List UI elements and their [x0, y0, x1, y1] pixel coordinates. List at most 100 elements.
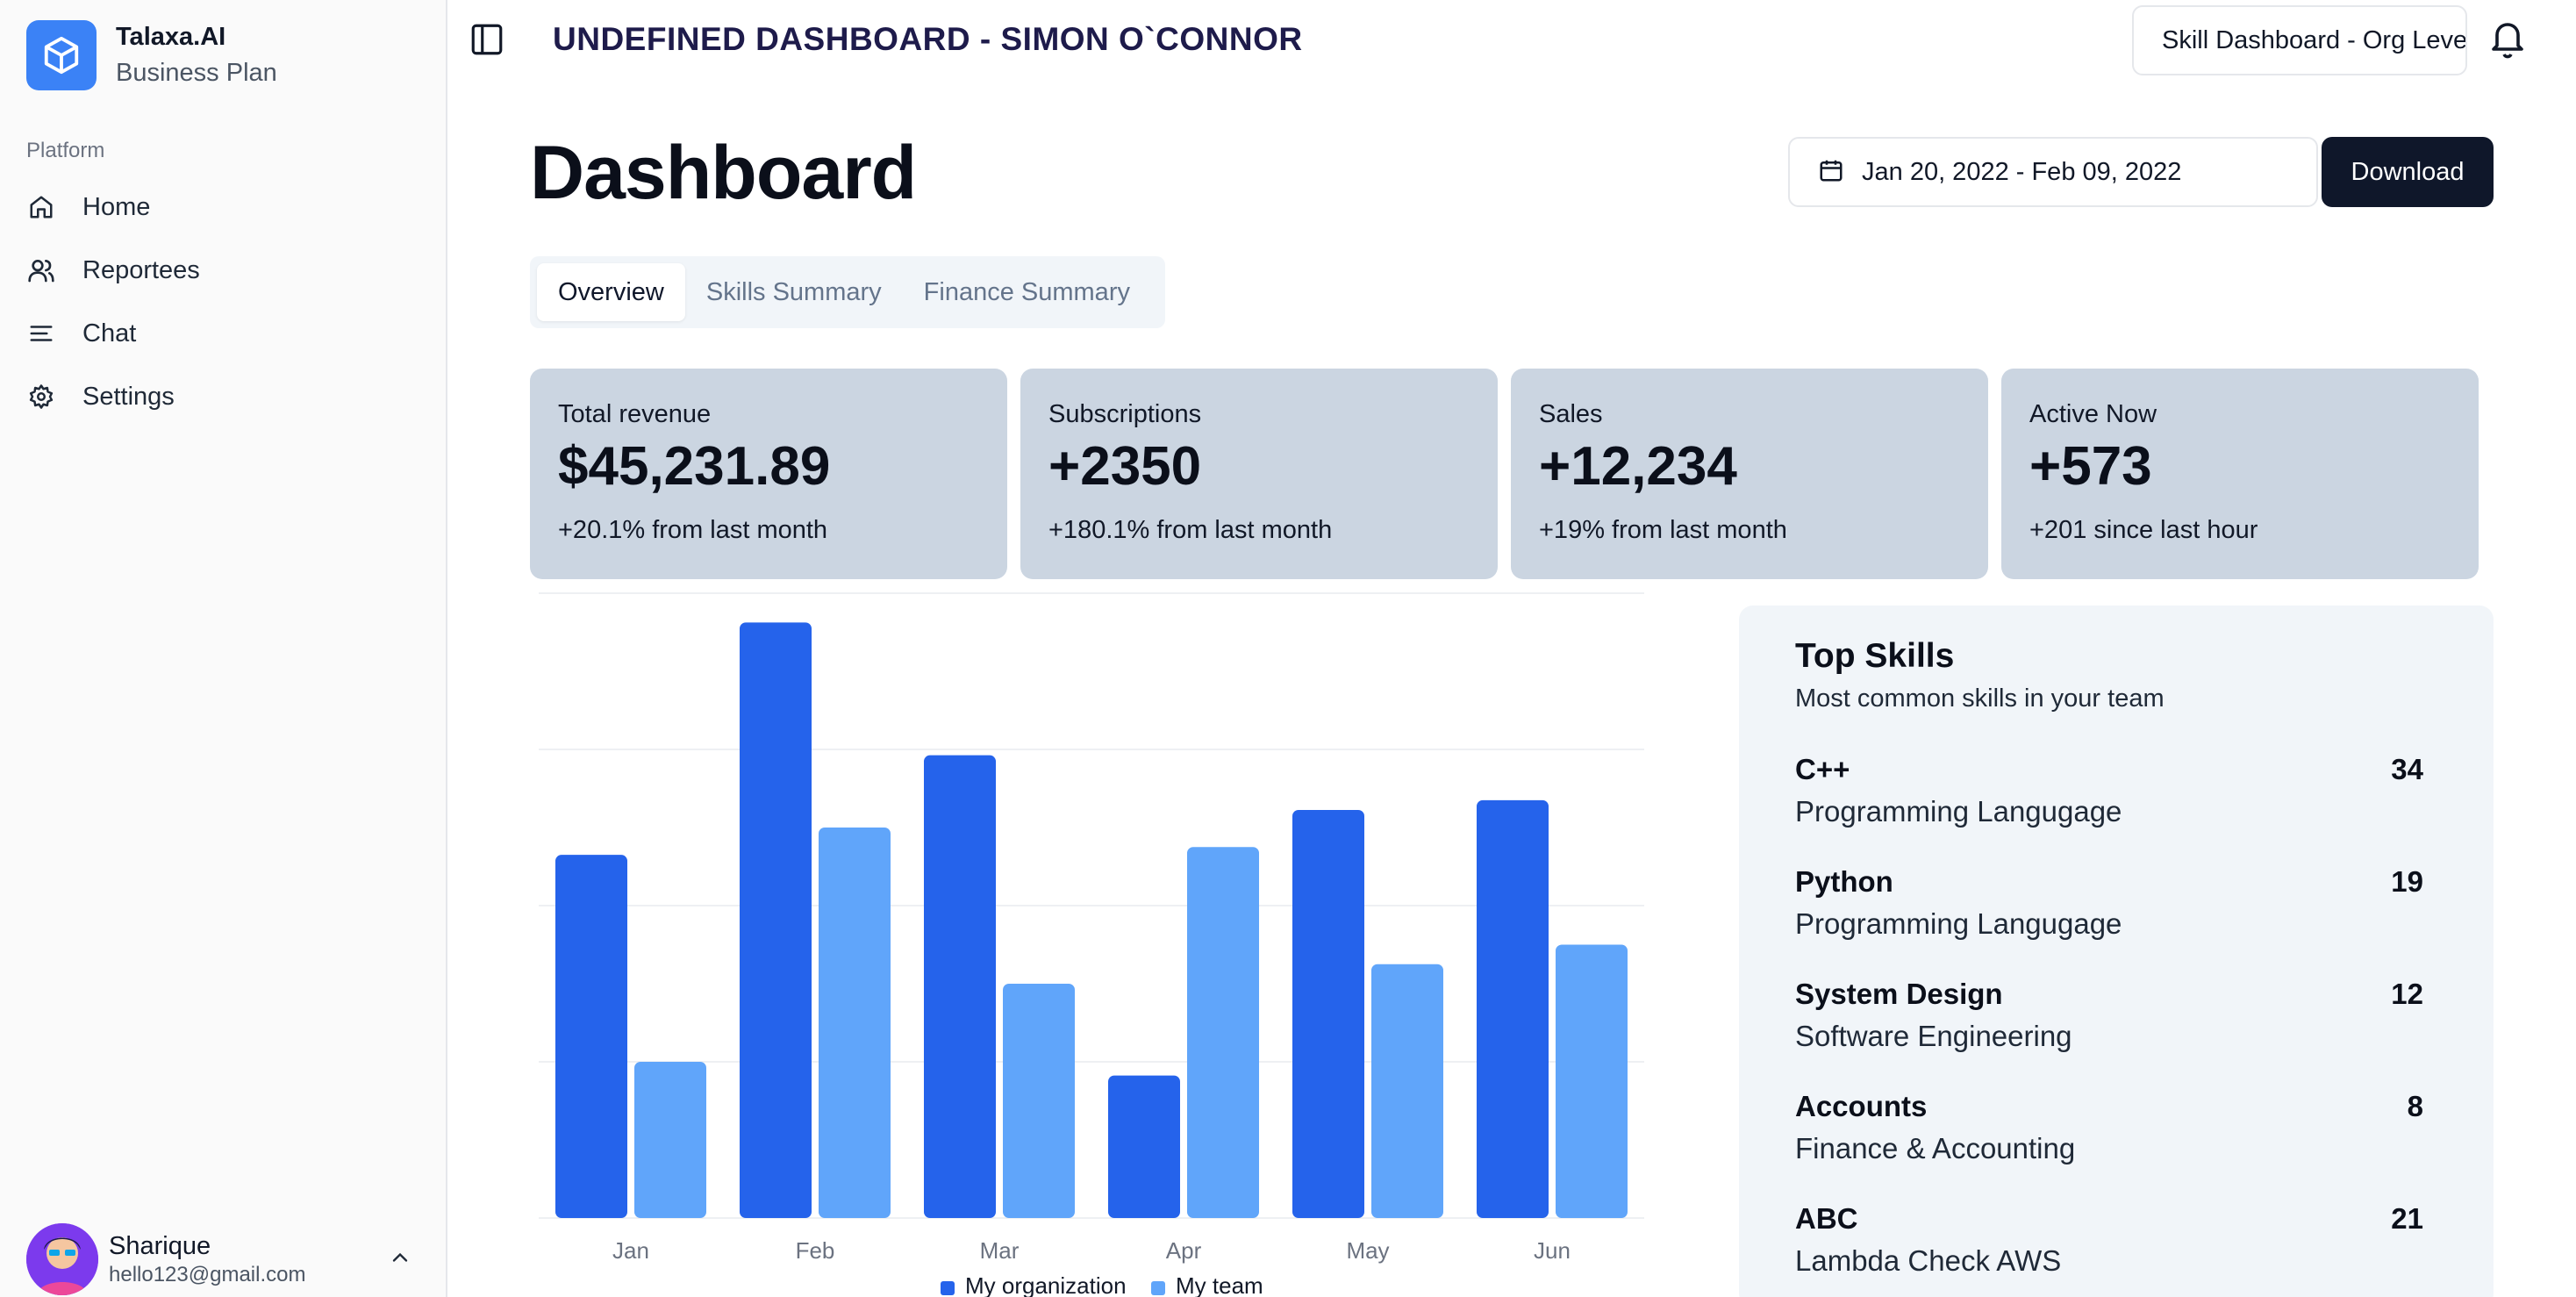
menu-lines-icon: [26, 319, 56, 348]
stat-label: Sales: [1539, 400, 1603, 428]
skill-item: Accounts Finance & Accounting 8: [1795, 1090, 2423, 1178]
brand[interactable]: Talaxa.AI Business Plan: [26, 19, 277, 91]
legend-swatch: [1151, 1281, 1165, 1295]
skill-count: 19: [2391, 865, 2423, 898]
stat-value: +12,234: [1539, 436, 1737, 497]
skill-category: Lambda Check AWS: [1795, 1244, 2062, 1277]
home-icon: [26, 192, 56, 222]
gear-icon: [26, 382, 56, 412]
top-skills-card: Top Skills Most common skills in your te…: [1739, 606, 2494, 1297]
skill-item: Python Programming Langugage 19: [1795, 865, 2423, 953]
stat-sub: +19% from last month: [1539, 516, 1787, 544]
skill-count: 34: [2391, 753, 2423, 785]
stat-card-active-now: Active Now +573 +201 since last hour: [2001, 369, 2479, 579]
bar-team: [1371, 964, 1443, 1218]
bell-icon[interactable]: [2487, 18, 2529, 60]
stat-sub: +20.1% from last month: [558, 516, 828, 544]
skill-name: ABC: [1795, 1202, 1858, 1235]
sidebar-item-reportees[interactable]: Reportees: [26, 239, 421, 302]
dashboard-select[interactable]: Skill Dashboard - Org Level: [2132, 5, 2467, 75]
bar-chart-svg: Jan Feb Mar Apr May Jun My organization My team: [539, 592, 1644, 1297]
app: Talaxa.AI Business Plan Platform Home Re…: [0, 0, 2576, 1297]
sidebar-item-label: Chat: [82, 319, 137, 348]
stat-cards: Total revenue $45,231.89 +20.1% from las…: [530, 369, 2479, 579]
bar-org: [1108, 1075, 1180, 1218]
header-title: UNDEFINED DASHBOARD - SIMON O`CONNOR: [553, 21, 1303, 57]
skill-count: 21: [2391, 1202, 2423, 1235]
download-button[interactable]: Download: [2322, 137, 2494, 207]
skill-category: Programming Langugage: [1795, 907, 2122, 940]
x-tick-label: Feb: [796, 1237, 835, 1264]
top-skills-subtitle: Most common skills in your team: [1795, 684, 2165, 713]
tab-skills-summary[interactable]: Skills Summary: [685, 263, 903, 321]
stat-sub: +180.1% from last month: [1048, 516, 1333, 544]
tab-overview[interactable]: Overview: [537, 263, 685, 321]
stat-label: Subscriptions: [1048, 400, 1202, 428]
bar-chart: Jan Feb Mar Apr May Jun My organization My team: [530, 579, 1653, 1297]
top-skills-title: Top Skills: [1795, 637, 1955, 675]
dashboard-select-value: Skill Dashboard - Org Level: [2162, 26, 2467, 54]
brand-name: Talaxa.AI: [116, 23, 226, 51]
x-tick-label: Apr: [1166, 1237, 1202, 1264]
bar-org: [1292, 809, 1364, 1218]
skill-category: Programming Langugage: [1795, 795, 2122, 828]
skill-name: System Design: [1795, 978, 2003, 1010]
bar-team: [1556, 944, 1628, 1218]
bar-org: [740, 622, 812, 1218]
sidebar-nav: Home Reportees Chat Settings: [26, 176, 421, 428]
bar-org: [555, 855, 627, 1218]
x-tick-label: May: [1346, 1237, 1389, 1264]
skill-name: Accounts: [1795, 1090, 1928, 1122]
stat-value: $45,231.89: [558, 436, 831, 497]
x-tick-label: Jan: [612, 1237, 649, 1264]
legend-label: My organization: [965, 1272, 1127, 1297]
sidebar-item-settings[interactable]: Settings: [26, 365, 421, 428]
bar-team: [819, 828, 891, 1218]
bar-org: [924, 755, 996, 1218]
brand-plan: Business Plan: [116, 59, 277, 87]
page-title: Dashboard: [530, 131, 917, 215]
bar-org: [1477, 799, 1549, 1218]
stat-sub: +201 since last hour: [2029, 516, 2258, 544]
stat-label: Active Now: [2029, 400, 2157, 428]
skill-count: 12: [2391, 978, 2423, 1010]
sidebar: Talaxa.AI Business Plan Platform Home Re…: [0, 0, 447, 1297]
skill-category: Finance & Accounting: [1795, 1132, 2076, 1164]
user-menu[interactable]: Sharique hello123@gmail.com: [26, 1223, 412, 1295]
tab-finance-summary[interactable]: Finance Summary: [903, 263, 1151, 321]
bar-team: [1187, 847, 1259, 1218]
sidebar-item-chat[interactable]: Chat: [26, 302, 421, 365]
x-tick-label: Jun: [1534, 1237, 1571, 1264]
legend-swatch: [941, 1281, 955, 1295]
sidebar-item-label: Settings: [82, 382, 175, 411]
stat-card-total-revenue: Total revenue $45,231.89 +20.1% from las…: [530, 369, 1007, 579]
date-range-picker[interactable]: Jan 20, 2022 - Feb 09, 2022: [1788, 137, 2318, 207]
skill-item: System Design Software Engineering 12: [1795, 978, 2423, 1065]
stat-value: +573: [2029, 436, 2152, 497]
avatar: [26, 1223, 98, 1295]
date-range-value: Jan 20, 2022 - Feb 09, 2022: [1862, 157, 2182, 186]
stat-card-subscriptions: Subscriptions +2350 +180.1% from last mo…: [1020, 369, 1498, 579]
stat-label: Total revenue: [558, 400, 712, 428]
stat-card-sales: Sales +12,234 +19% from last month: [1511, 369, 1988, 579]
skill-name: Python: [1795, 865, 1893, 898]
calendar-icon: [1818, 157, 1844, 188]
chevron-up-icon: [388, 1245, 412, 1274]
skill-item: ABC Lambda Check AWS 21: [1795, 1202, 2423, 1290]
tabs: Overview Skills Summary Finance Summary: [530, 256, 1165, 328]
platform-section-label: Platform: [26, 139, 105, 162]
sidebar-item-label: Reportees: [82, 255, 200, 284]
skill-item: C++ Programming Langugage 34: [1795, 753, 2423, 841]
stat-value: +2350: [1048, 436, 1202, 497]
bar-team: [634, 1062, 706, 1218]
user-email: hello123@gmail.com: [109, 1263, 306, 1286]
users-icon: [26, 255, 56, 285]
sidebar-toggle-icon[interactable]: [469, 21, 505, 58]
sidebar-item-home[interactable]: Home: [26, 176, 421, 239]
user-name: Sharique: [109, 1232, 211, 1260]
skill-category: Software Engineering: [1795, 1020, 2072, 1052]
bar-team: [1003, 984, 1075, 1218]
skill-count: 8: [2407, 1090, 2423, 1122]
x-tick-label: Mar: [980, 1237, 1020, 1264]
skill-name: C++: [1795, 753, 1850, 785]
